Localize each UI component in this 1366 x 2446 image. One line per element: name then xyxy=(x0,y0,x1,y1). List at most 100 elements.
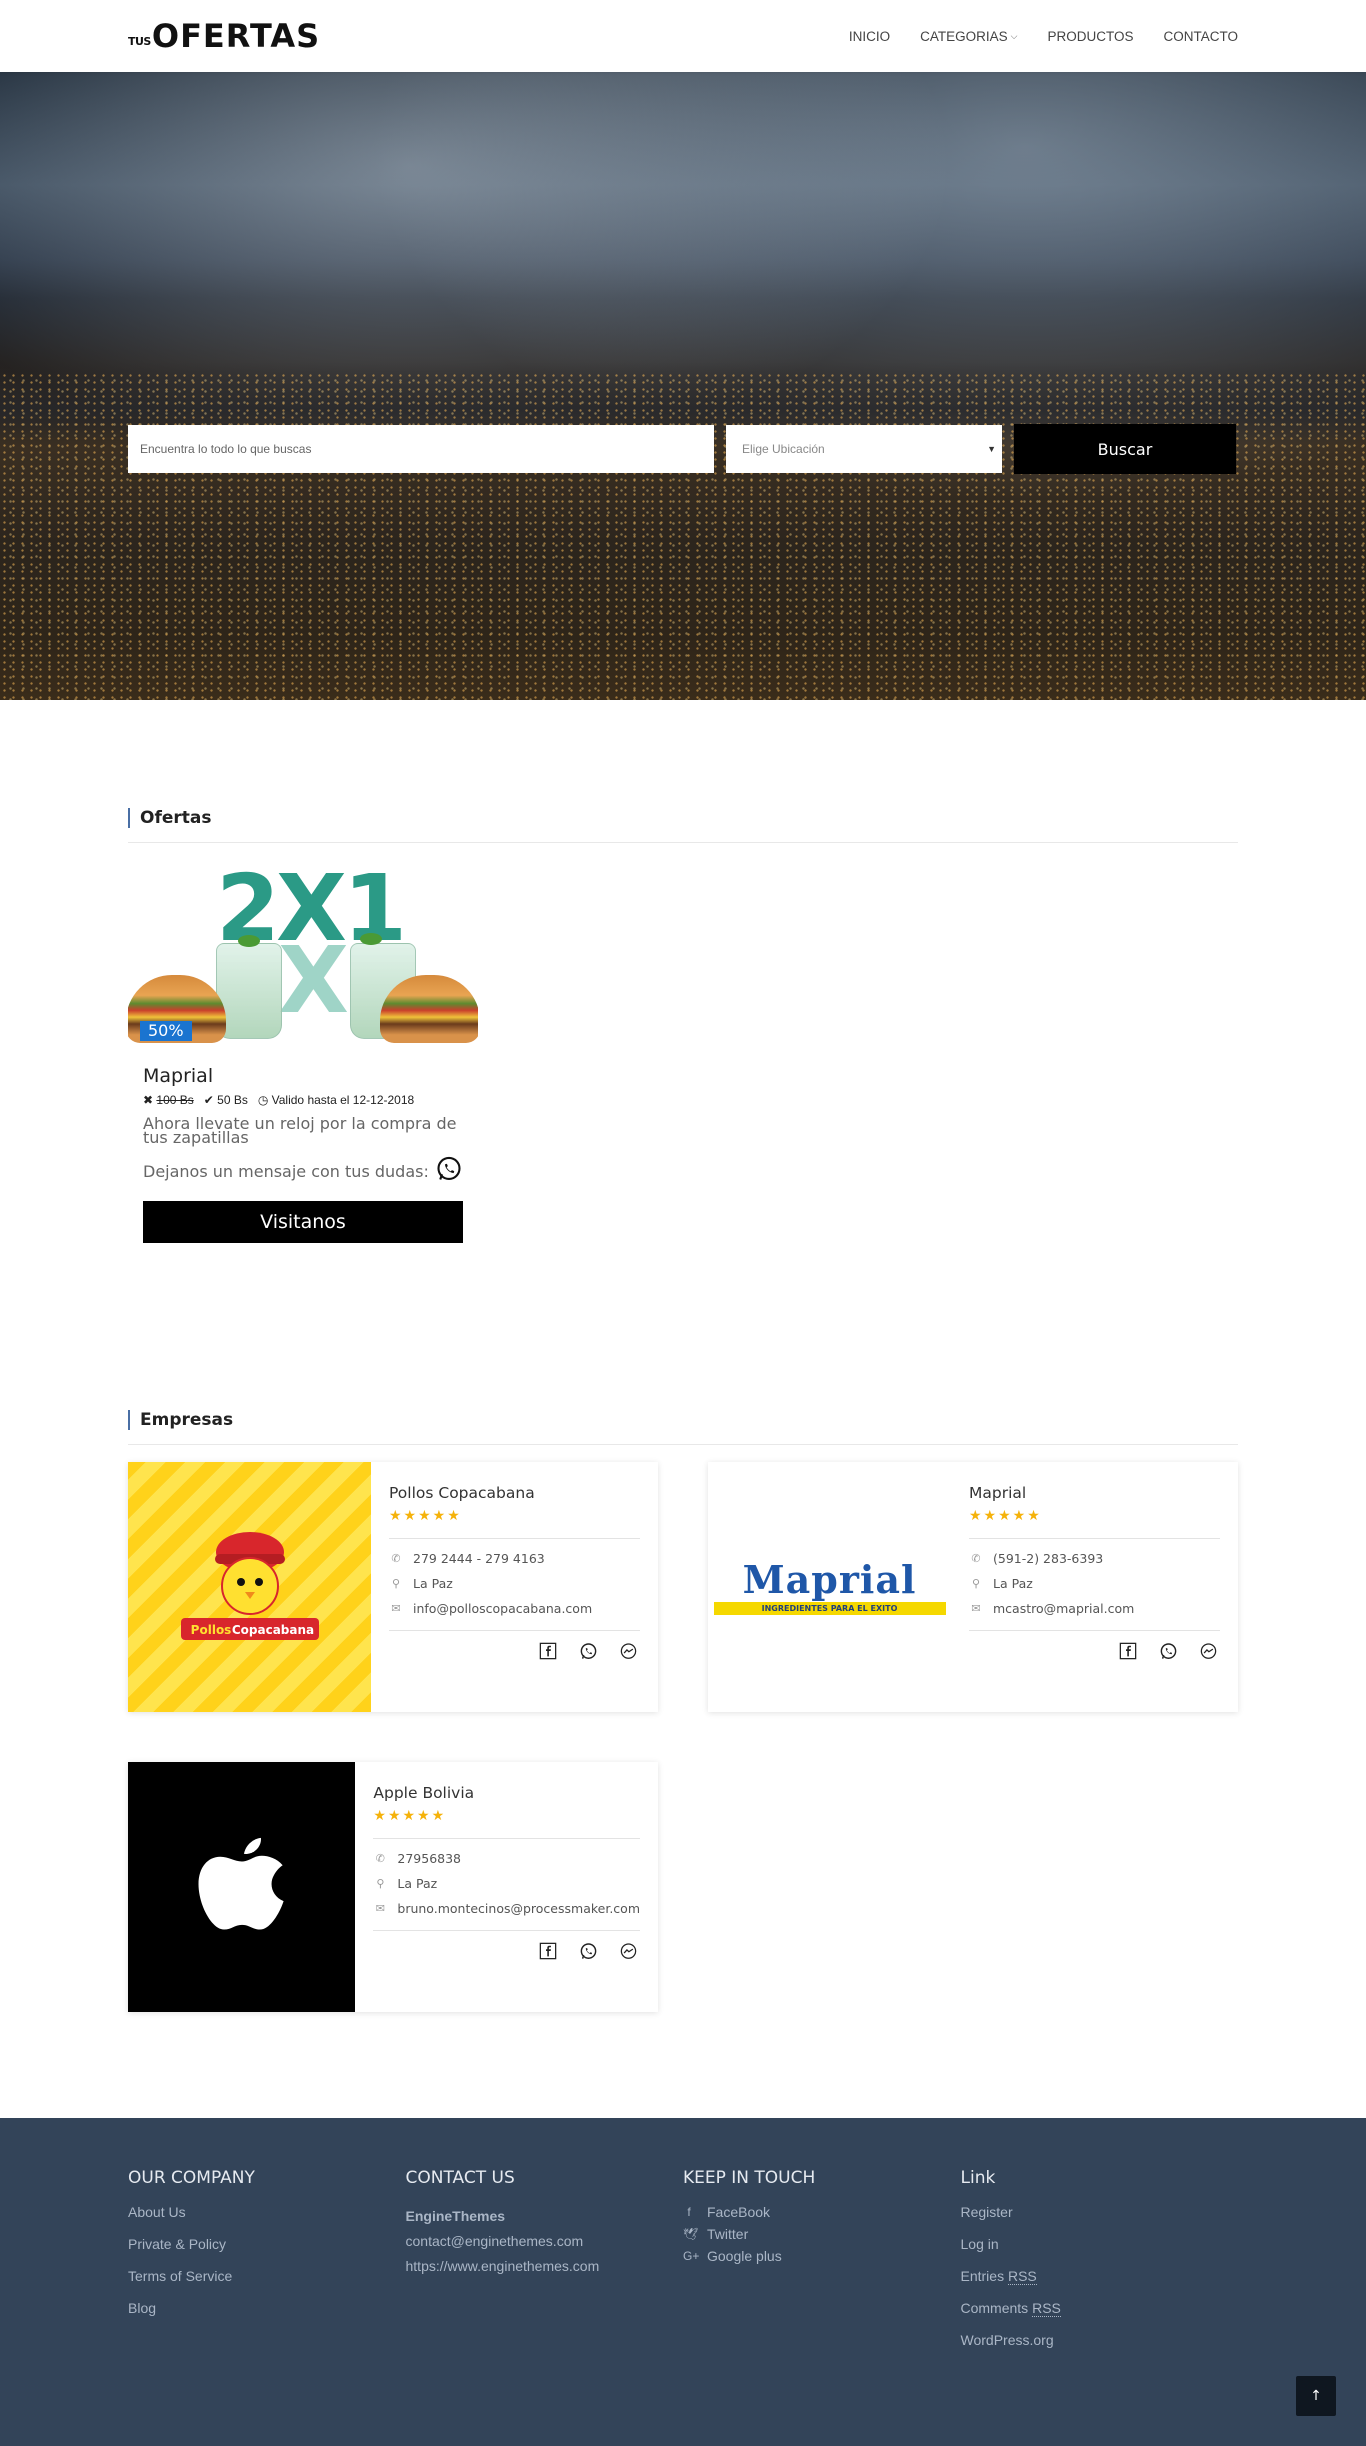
location-select[interactable]: Elige Ubicación ▼ xyxy=(726,425,1002,473)
nav-contacto[interactable]: CONTACTO xyxy=(1163,29,1238,44)
contact-phone: ✆ 27956838 xyxy=(373,1851,640,1866)
caret-down-icon: ▼ xyxy=(987,444,996,454)
facebook-icon[interactable] xyxy=(538,1941,558,1961)
footer-link-column: Link Register Log in Entries RSS Comment… xyxy=(961,2168,1239,2364)
footer-link-about[interactable]: About Us xyxy=(128,2204,406,2220)
footer-keep-in-touch: KEEP IN TOUCH f FaceBook 🕊 Twitter G+ Googl… xyxy=(683,2168,961,2364)
visit-button[interactable]: Visitanos xyxy=(143,1201,463,1243)
phone-text: (591-2) 283-6393 xyxy=(993,1551,1104,1566)
company-name[interactable]: Maprial xyxy=(969,1484,1220,1502)
old-price: ✖ 100 Bs xyxy=(143,1093,194,1107)
footer-link-entries-rss[interactable]: Entries RSS xyxy=(961,2268,1239,2285)
footer-link-google-plus-label: Google plus xyxy=(707,2248,782,2264)
email-text: bruno.montecinos@processmaker.com xyxy=(397,1901,640,1916)
contact-email[interactable]: contact@enginethemes.com xyxy=(406,2229,684,2254)
search-input[interactable] xyxy=(128,425,714,473)
whatsapp-icon[interactable] xyxy=(578,1641,598,1661)
nav-categorias[interactable]: CATEGORIAS ⌵ xyxy=(920,29,1017,44)
contact-email: ✉ mcastro@maprial.com xyxy=(969,1601,1220,1616)
rss-abbr: RSS xyxy=(1007,2268,1037,2285)
footer-heading: KEEP IN TOUCH xyxy=(683,2168,816,2188)
contact-list: ✆ 279 2444 - 279 4163 ⚲ La Paz ✉ info@pollo… xyxy=(389,1551,640,1616)
offer-name[interactable]: Maprial xyxy=(143,1065,463,1087)
offer-meta: ✖ 100 Bs ✔ 50 Bs ◷ Valido hasta el 12-12… xyxy=(143,1093,463,1107)
footer-link-comments-rss[interactable]: Comments RSS xyxy=(961,2300,1239,2317)
footer-our-company: OUR COMPANY About Us Private & Policy Te… xyxy=(128,2168,406,2364)
footer-link-google-plus[interactable]: G+ Google plus xyxy=(683,2248,961,2264)
messenger-icon[interactable] xyxy=(618,1941,638,1961)
back-to-top-button[interactable]: ↑ xyxy=(1296,2376,1336,2416)
offers-title: Ofertas xyxy=(140,808,212,828)
footer-link-wordpress[interactable]: WordPress.org xyxy=(961,2332,1239,2348)
divider xyxy=(373,1930,640,1931)
footer-heading: CONTACT US xyxy=(405,2168,515,2188)
messenger-icon[interactable] xyxy=(618,1641,638,1661)
location-select-label: Elige Ubicación xyxy=(742,442,825,456)
social-links xyxy=(969,1641,1220,1661)
site-logo[interactable]: TUS OFERTAS xyxy=(128,20,320,52)
contact-location: ⚲ La Paz xyxy=(373,1876,640,1891)
facebook-icon[interactable] xyxy=(538,1641,558,1661)
mint-leaf xyxy=(360,933,382,945)
offers-section: Ofertas X 2X1 50% Maprial ✖ 100 Bs ✔ 50 … xyxy=(128,808,1238,1243)
logo-small-text: TUS xyxy=(128,35,151,48)
footer-link-twitter-label: Twitter xyxy=(707,2226,749,2242)
map-marker-icon: ⚲ xyxy=(971,1577,981,1590)
contact-company-name: EngineThemes xyxy=(405,2208,506,2224)
contact-location: ⚲ La Paz xyxy=(969,1576,1220,1591)
nav-productos[interactable]: PRODUCTOS xyxy=(1047,29,1133,44)
rating-stars: ★★★★★ xyxy=(373,1808,447,1824)
whatsapp-icon[interactable] xyxy=(1158,1641,1178,1661)
social-links xyxy=(373,1941,640,1961)
whatsapp-icon[interactable] xyxy=(435,1155,463,1187)
valid-until-value: Valido hasta el 12-12-2018 xyxy=(271,1093,415,1107)
divider xyxy=(969,1538,1220,1539)
email-text: info@polloscopacabana.com xyxy=(413,1601,593,1616)
company-name[interactable]: Pollos Copacabana xyxy=(389,1484,640,1502)
company-logo-maprial[interactable]: Maprial INGREDIENTES PARA EL EXITO xyxy=(708,1462,951,1712)
offer-message-text: Dejanos un mensaje con tus dudas: xyxy=(143,1161,429,1181)
chevron-down-icon: ⌵ xyxy=(1010,30,1018,41)
footer-link-blog[interactable]: Blog xyxy=(128,2300,406,2316)
companies-title: Empresas xyxy=(140,1410,234,1430)
company-logo-apple[interactable] xyxy=(128,1762,356,2012)
discount-badge: 50% xyxy=(140,1021,192,1041)
search-button[interactable]: Buscar xyxy=(1014,424,1236,474)
footer-link-facebook[interactable]: f FaceBook xyxy=(683,2204,961,2220)
phone-icon: ✆ xyxy=(375,1852,385,1865)
location-text: La Paz xyxy=(413,1576,453,1591)
footer-contact-us: CONTACT US EngineThemes contact@engineth… xyxy=(406,2168,684,2364)
maprial-logo: Maprial INGREDIENTES PARA EL EXITO xyxy=(713,1559,946,1615)
footer-link-login[interactable]: Log in xyxy=(961,2236,1239,2252)
apple-logo-icon xyxy=(198,1837,284,1930)
whatsapp-icon[interactable] xyxy=(578,1941,598,1961)
company-card: Pollos Copacabana Pollos Copacabana ★★★★… xyxy=(128,1462,658,1712)
heading-accent-bar xyxy=(128,808,130,828)
google-plus-icon: G+ xyxy=(683,2249,700,2263)
contact-phone: ✆ 279 2444 - 279 4163 xyxy=(389,1551,640,1566)
footer-link-terms[interactable]: Terms of Service xyxy=(128,2268,406,2284)
new-price: ✔ 50 Bs xyxy=(204,1093,248,1107)
envelope-icon: ✉ xyxy=(971,1602,981,1615)
footer-link-twitter[interactable]: 🕊 Twitter xyxy=(683,2226,961,2242)
offer-image[interactable]: X 2X1 50% xyxy=(128,863,478,1047)
arrow-up-icon: ↑ xyxy=(1310,2388,1322,2404)
facebook-icon[interactable] xyxy=(1118,1641,1138,1661)
valid-until: ◷ Valido hasta el 12-12-2018 xyxy=(258,1093,414,1107)
nav-inicio[interactable]: INICIO xyxy=(849,29,890,44)
new-price-value: 50 Bs xyxy=(217,1093,248,1107)
old-price-value: 100 Bs xyxy=(156,1093,194,1107)
email-text: mcastro@maprial.com xyxy=(993,1601,1135,1616)
messenger-icon[interactable] xyxy=(1198,1641,1218,1661)
contact-url[interactable]: https://www.enginethemes.com xyxy=(406,2254,684,2279)
logo-text-pollos: Pollos xyxy=(190,1623,231,1637)
footer-link-register[interactable]: Register xyxy=(961,2204,1239,2220)
footer-link-privacy[interactable]: Private & Policy xyxy=(128,2236,406,2252)
twitter-icon: 🕊 xyxy=(683,2227,699,2241)
site-header: TUS OFERTAS INICIO CATEGORIAS ⌵ PRODUCTOS… xyxy=(0,0,1366,72)
maprial-tagline: INGREDIENTES PARA EL EXITO xyxy=(713,1601,946,1615)
company-card: Maprial INGREDIENTES PARA EL EXITO Mapri… xyxy=(708,1462,1238,1712)
company-name[interactable]: Apple Bolivia xyxy=(373,1784,640,1802)
company-logo-pollos[interactable]: Pollos Copacabana xyxy=(128,1462,371,1712)
location-text: La Paz xyxy=(397,1876,438,1891)
